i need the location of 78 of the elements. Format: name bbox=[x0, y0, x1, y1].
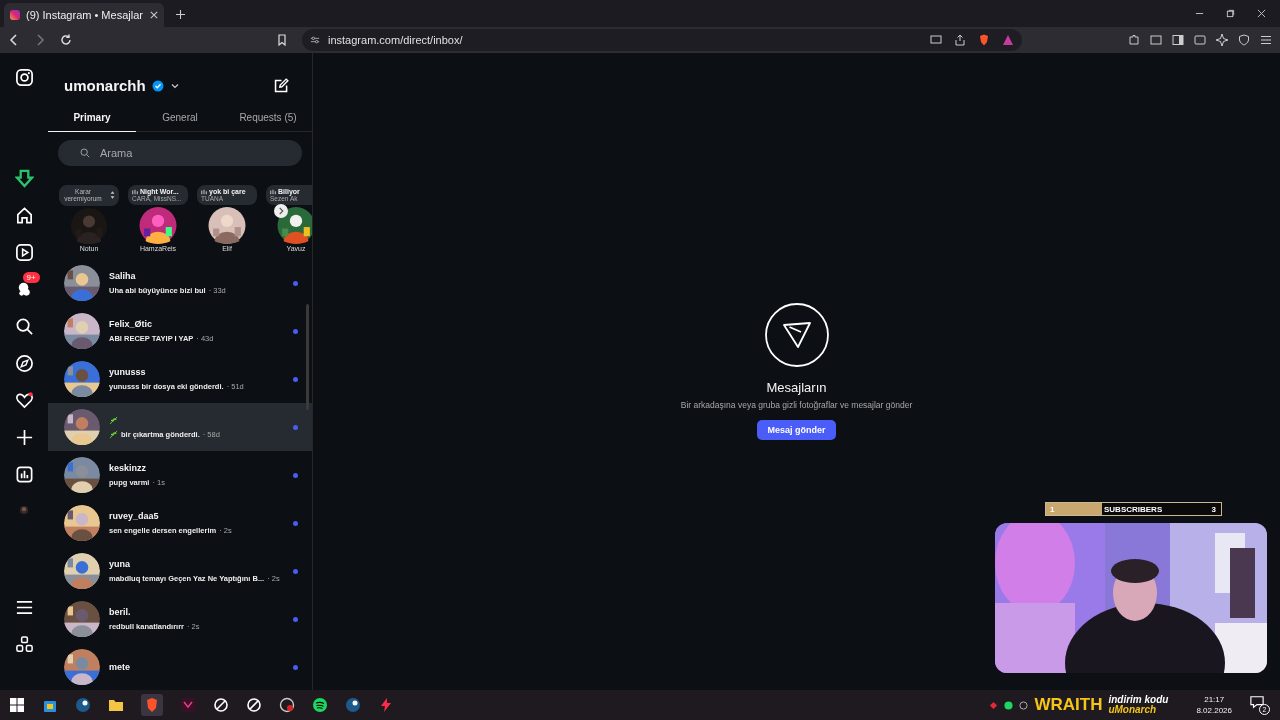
sidebar-icon[interactable] bbox=[1172, 34, 1184, 46]
contact-name: yuna bbox=[109, 559, 131, 569]
empty-state-title: Mesajların bbox=[766, 380, 827, 395]
clock[interactable]: 21:17 8.02.2026 bbox=[1196, 695, 1232, 715]
spotify-icon[interactable] bbox=[312, 697, 328, 713]
heart-icon[interactable] bbox=[14, 391, 34, 410]
forward-icon[interactable] bbox=[34, 34, 46, 46]
search-icon bbox=[80, 148, 90, 158]
download-arrow-icon[interactable] bbox=[14, 169, 34, 188]
menu-icon[interactable] bbox=[14, 598, 34, 617]
tab-title: (9) Instagram • Mesajlar bbox=[26, 9, 144, 21]
sort-arrows-icon bbox=[110, 190, 115, 200]
audio-bars-icon bbox=[201, 188, 207, 195]
tray-icon[interactable] bbox=[989, 700, 999, 710]
slashed-circle-icon[interactable] bbox=[213, 697, 229, 713]
promo-text: indirim kodu bbox=[1108, 694, 1169, 705]
compose-icon[interactable] bbox=[273, 77, 290, 94]
triangle-icon[interactable] bbox=[1002, 34, 1014, 46]
plus-icon[interactable] bbox=[14, 428, 34, 447]
bookmark-icon[interactable] bbox=[276, 34, 288, 46]
wallet-icon[interactable] bbox=[1194, 34, 1206, 46]
share-icon[interactable] bbox=[954, 34, 966, 46]
restore-icon[interactable] bbox=[1226, 9, 1235, 18]
browser-tab[interactable]: (9) Instagram • Mesajlar bbox=[4, 3, 164, 27]
close-icon[interactable] bbox=[150, 11, 158, 19]
inbox-tab[interactable]: General bbox=[136, 106, 224, 132]
contact-name: yunusss bbox=[109, 367, 147, 377]
leaf-sprig-icon bbox=[109, 429, 118, 439]
instagram-icon[interactable] bbox=[14, 68, 34, 87]
close-icon[interactable] bbox=[1257, 9, 1266, 18]
scrollbar[interactable] bbox=[306, 304, 309, 410]
reload-icon[interactable] bbox=[60, 34, 72, 46]
goal-start: 1 bbox=[1050, 504, 1056, 514]
empty-state-text: Bir arkadaşına veya gruba gizli fotoğraflar ve mesajlar gönder bbox=[680, 400, 913, 410]
paper-plane-icon bbox=[764, 303, 829, 367]
spotify-icon[interactable] bbox=[1004, 700, 1014, 710]
contact-name: ruvey_daa5 bbox=[109, 511, 160, 521]
slashed-circle-icon[interactable] bbox=[246, 697, 262, 713]
bar-chart-icon[interactable] bbox=[14, 465, 34, 484]
contact-name: keskinzz bbox=[109, 463, 148, 473]
windows-icon[interactable] bbox=[9, 697, 25, 713]
contact-name: beril. bbox=[109, 607, 132, 617]
menu-icon[interactable] bbox=[1260, 34, 1272, 46]
reels-icon[interactable] bbox=[14, 243, 34, 262]
contact-name: mete bbox=[109, 662, 131, 672]
site-settings-icon[interactable] bbox=[310, 35, 320, 45]
new-tab-icon[interactable] bbox=[176, 10, 185, 19]
inbox-tab[interactable]: Requests (5) bbox=[224, 106, 312, 132]
account-switcher[interactable]: umonarchh bbox=[64, 77, 146, 94]
goal-target: 3 bbox=[1211, 504, 1216, 514]
conversation-row[interactable]: mete bbox=[48, 643, 312, 690]
search-icon[interactable] bbox=[14, 317, 34, 336]
notification-badge: 9+ bbox=[22, 272, 40, 283]
back-icon[interactable] bbox=[8, 34, 20, 46]
home-icon[interactable] bbox=[14, 206, 34, 225]
sparkle-icon[interactable] bbox=[1216, 34, 1228, 46]
inbox-tab[interactable]: Primary bbox=[48, 106, 136, 132]
app-icon[interactable] bbox=[279, 697, 295, 713]
apps-icon[interactable] bbox=[14, 635, 34, 654]
search-field[interactable]: Arama bbox=[58, 140, 302, 166]
cast-icon[interactable] bbox=[930, 34, 942, 46]
instagram-icon bbox=[10, 10, 20, 20]
promo-code: uMonarch bbox=[1108, 705, 1158, 716]
contact-name: Saliha bbox=[109, 271, 137, 281]
goal-label: SUBSCRIBERS bbox=[1103, 504, 1164, 514]
shield-icon[interactable] bbox=[1238, 34, 1250, 46]
audio-bars-icon bbox=[132, 188, 138, 195]
screenshot-icon[interactable] bbox=[1150, 34, 1162, 46]
audio-bars-icon bbox=[270, 188, 276, 195]
contact-name: Felix_Øtic bbox=[109, 319, 154, 329]
address-bar[interactable]: instagram.com/direct/inbox/ bbox=[302, 29, 1022, 51]
lightning-icon[interactable] bbox=[378, 697, 394, 713]
folder-icon[interactable] bbox=[108, 697, 124, 713]
send-message-button[interactable]: Mesaj gönder bbox=[757, 420, 836, 440]
compass-icon[interactable] bbox=[14, 354, 34, 373]
tray-icon[interactable] bbox=[1019, 700, 1029, 710]
puzzle-icon[interactable] bbox=[1128, 34, 1140, 46]
sponsor-brand: WRAITH bbox=[1034, 695, 1103, 715]
